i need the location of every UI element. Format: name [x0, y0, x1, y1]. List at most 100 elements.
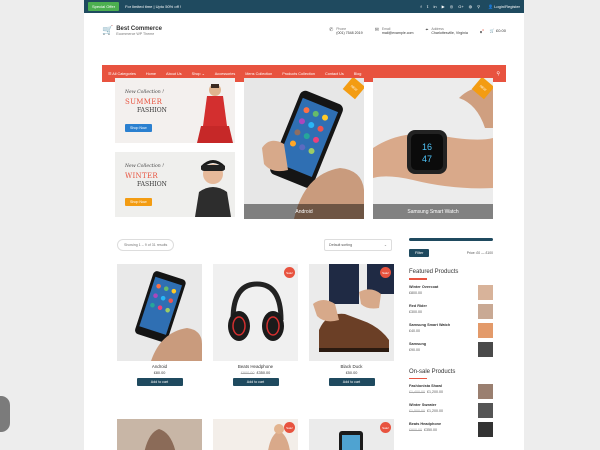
product-card[interactable]: Sale! Black Duck £50.00 Add to cart [309, 264, 394, 386]
featured-item[interactable]: Samsung £90.00 [409, 341, 493, 361]
android-phone-image [117, 264, 202, 361]
nav-contact[interactable]: Contact Us [325, 72, 344, 76]
price-range-slider[interactable] [409, 238, 493, 241]
product-current-price: £50.00 [345, 371, 358, 375]
product-current-price: £350.00 [256, 371, 271, 375]
product-image[interactable] [117, 264, 202, 361]
sale-badge: Sale! [284, 267, 295, 278]
facebook-icon[interactable]: f [421, 4, 422, 9]
side-item-thumb[interactable] [478, 341, 493, 357]
add-to-cart-button[interactable]: Add to cart [232, 378, 279, 386]
shop-toolbar: Showing 1 – 9 of 31 results Default sort… [117, 239, 392, 251]
instagram-icon[interactable]: ◎ [450, 4, 454, 9]
nav-all-categories[interactable]: ☰ All Categories [108, 71, 136, 76]
nav-shop[interactable]: Shop ⌄ [192, 71, 205, 76]
product-card-partial[interactable]: Sale! [309, 419, 394, 450]
side-item-name[interactable]: Fashionista Shawl [409, 384, 443, 388]
scroll-control[interactable] [0, 396, 10, 432]
product-card[interactable]: Sale! Beats Headphone £900.00 £350.00 Add… [213, 264, 298, 386]
onsale-item[interactable]: Winter Sweater £1,500.00 £1,200.00 [409, 403, 493, 422]
nav-home[interactable]: Home [146, 72, 156, 76]
product-image[interactable]: Sale! [309, 264, 394, 361]
add-to-cart-button[interactable]: Add to cart [136, 378, 183, 386]
shoe-image [309, 264, 394, 361]
side-item-price: £900.00 £350.00 [409, 428, 441, 432]
google-plus-icon[interactable]: G+ [458, 4, 463, 9]
android-feature-card[interactable]: NEW Android [244, 78, 364, 219]
filter-button[interactable]: Filter [409, 249, 430, 257]
product-name[interactable]: Beats Headphone [213, 364, 298, 369]
contact-value: Charlottesville, Virginia [431, 31, 468, 35]
nav-blog[interactable]: Blog [354, 72, 362, 76]
nav-search-icon[interactable]: ⚲ [496, 71, 500, 77]
smartwatch-image: 16 47 [373, 78, 493, 219]
contact-address: ⌖ Address Charlottesville, Virginia [426, 27, 468, 35]
nav-products-collection[interactable]: Products Collection [282, 72, 315, 76]
side-item-price: £1,400.00 £1,200.00 [409, 390, 443, 394]
product-card-partial[interactable]: Sale! [213, 419, 298, 450]
side-item-name[interactable]: Red Rider [409, 304, 427, 308]
side-item-name[interactable]: Samsung Smart Watch [409, 323, 450, 327]
side-item-thumb[interactable] [478, 403, 493, 418]
product-card[interactable]: Android £80.00 Add to cart [117, 264, 202, 386]
side-item-thumb[interactable] [478, 422, 493, 437]
hero-banners: New Collection ! SUMMER FASHION Shop Now… [115, 78, 493, 219]
product-price: £50.00 [309, 371, 394, 375]
cart-button[interactable]: 🛒 £0.00 [490, 28, 506, 33]
side-item-thumb[interactable] [478, 384, 493, 399]
winter-title: WINTER [125, 172, 158, 180]
side-item-price: £800.00 [409, 290, 422, 295]
svg-text:47: 47 [422, 154, 432, 164]
side-item-thumb[interactable] [478, 303, 493, 319]
product-image[interactable]: Sale! [213, 264, 298, 361]
headphone-image [213, 264, 298, 361]
side-item-name[interactable]: Winter Overcoat [409, 285, 438, 289]
twitter-icon[interactable]: 𝕥 [427, 4, 429, 9]
page: Special Offer For limited time | Upto 50… [84, 0, 524, 450]
side-item-current-price: £1,200.00 [427, 390, 443, 394]
summer-new-label: New Collection ! [125, 90, 164, 95]
price-filter: Filter Price: £0 — £100 [409, 249, 493, 257]
winter-shop-now-button[interactable]: Shop Now [125, 198, 152, 206]
result-count: Showing 1 – 9 of 31 results [117, 239, 175, 251]
featured-products-title: Featured Products [409, 269, 459, 275]
login-register-link[interactable]: 👤 Login/Register [488, 4, 520, 9]
onsale-item[interactable]: Beats Headphone £900.00 £350.00 [409, 422, 493, 441]
side-item-name[interactable]: Samsung [409, 342, 426, 346]
summer-shop-now-button[interactable]: Shop Now [125, 124, 152, 132]
sort-value: Default sorting [329, 243, 353, 247]
product-card-partial[interactable] [117, 419, 202, 450]
winter-new-label: New Collection ! [125, 164, 164, 169]
search-icon[interactable]: ⚲ [477, 4, 480, 9]
featured-item[interactable]: Red Rider £300.00 [409, 303, 493, 323]
side-item-thumb[interactable] [478, 284, 493, 300]
product-price: £80.00 [117, 371, 202, 375]
summer-promo-card[interactable]: New Collection ! SUMMER FASHION Shop Now [115, 78, 235, 143]
product-image [117, 419, 202, 450]
featured-item[interactable]: Samsung Smart Watch £40.00 [409, 322, 493, 342]
product-name[interactable]: Android [117, 364, 202, 369]
side-item-name[interactable]: Beats Headphone [409, 422, 441, 426]
featured-item[interactable]: Winter Overcoat £800.00 [409, 284, 493, 304]
summer-title: SUMMER [125, 98, 163, 106]
winter-promo-card[interactable]: New Collection ! WINTER FASHION Shop Now [115, 152, 235, 217]
product-current-price: £80.00 [153, 371, 166, 375]
add-to-cart-button[interactable]: Add to cart [328, 378, 375, 386]
nav-accessories[interactable]: Accessories [215, 72, 235, 76]
nav-mens-collection[interactable]: Mens Collection [245, 72, 272, 76]
nav-about[interactable]: About Us [166, 72, 182, 76]
phone-icon: ✆ [329, 27, 334, 33]
smartwatch-feature-card[interactable]: 16 47 NEW Samsung Smart Watch [373, 78, 493, 219]
side-item-name[interactable]: Winter Sweater [409, 403, 443, 407]
site-logo[interactable]: 🛒 Best Commerce Ecommerce WP Theme [102, 26, 162, 37]
onsale-item[interactable]: Fashionista Shawl £1,400.00 £1,200.00 [409, 384, 493, 403]
side-item-current-price: £350.00 [424, 428, 437, 432]
side-item-thumb[interactable] [478, 322, 493, 338]
wishlist-button[interactable]: ♥0 [480, 28, 484, 34]
youtube-icon[interactable]: ▶ [442, 4, 445, 9]
special-offer-badge[interactable]: Special Offer [88, 2, 120, 11]
dribbble-icon[interactable]: ◍ [469, 4, 473, 9]
linkedin-icon[interactable]: in [434, 4, 437, 9]
sort-select[interactable]: Default sorting ⌄ [324, 239, 392, 251]
product-name[interactable]: Black Duck [309, 364, 394, 369]
